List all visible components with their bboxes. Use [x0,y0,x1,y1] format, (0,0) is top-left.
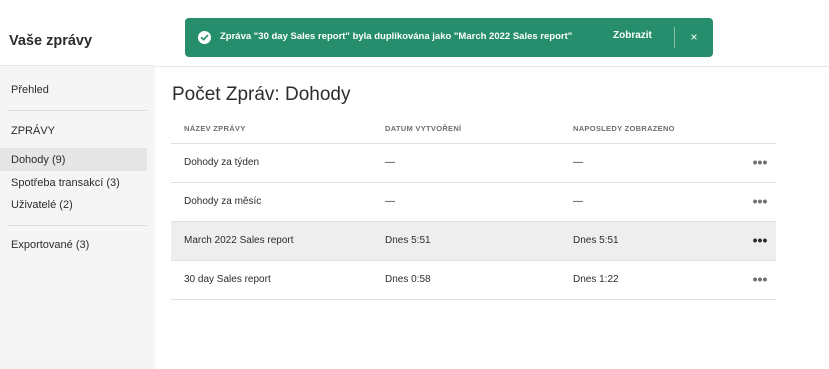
table-row[interactable]: Dohody za týden — — ••• [171,144,776,183]
sidebar-divider [7,110,147,111]
header-divider [155,66,829,67]
sidebar-section-heading: ZPRÁVY [11,125,56,137]
column-header-viewed[interactable]: NAPOSLEDY ZOBRAZENO [573,124,675,133]
sidebar-item-dohody[interactable]: Dohody (9) [0,148,147,171]
sidebar-item-uzivatele[interactable]: Uživatelé (2) [0,199,147,211]
viewed-date: — [573,196,583,207]
more-actions-icon[interactable]: ••• [750,269,770,289]
checkmark-circle-icon [198,31,211,44]
sidebar-divider [7,225,147,226]
sidebar: Vaše zprávy Přehled ZPRÁVY Dohody (9) Sp… [0,0,155,369]
table-row[interactable]: 30 day Sales report Dnes 0:58 Dnes 1:22 … [171,261,776,300]
more-actions-icon[interactable]: ••• [750,152,770,172]
more-actions-icon[interactable]: ••• [750,230,770,250]
toast-view-button[interactable]: Zobrazit [613,30,652,41]
sidebar-title: Vaše zprávy [0,0,155,66]
viewed-date: Dnes 1:22 [573,274,619,285]
report-name[interactable]: 30 day Sales report [184,274,271,285]
created-date: — [385,196,395,207]
sidebar-item-exported[interactable]: Exportované (3) [0,239,147,251]
report-name[interactable]: Dohody za týden [184,157,259,168]
page-title: Počet Zpráv: Dohody [172,84,351,105]
viewed-date: — [573,157,583,168]
created-date: Dnes 5:51 [385,235,431,246]
created-date: — [385,157,395,168]
close-icon[interactable]: × [685,28,703,46]
column-header-created[interactable]: DATUM VYTVOŘENÍ [385,124,461,133]
more-actions-icon[interactable]: ••• [750,191,770,211]
sidebar-item-spotreba[interactable]: Spotřeba transakcí (3) [0,177,147,189]
report-name[interactable]: March 2022 Sales report [184,235,294,246]
reports-table: NÁZEV ZPRÁVY DATUM VYTVOŘENÍ NAPOSLEDY Z… [171,113,776,300]
sidebar-item-overview[interactable]: Přehled [0,84,147,96]
report-name[interactable]: Dohody za měsíc [184,196,261,207]
success-toast: Zpráva "30 day Sales report" byla duplik… [185,18,713,57]
created-date: Dnes 0:58 [385,274,431,285]
table-row[interactable]: Dohody za měsíc — — ••• [171,183,776,222]
viewed-date: Dnes 5:51 [573,235,619,246]
table-row[interactable]: March 2022 Sales report Dnes 5:51 Dnes 5… [171,222,776,261]
table-header: NÁZEV ZPRÁVY DATUM VYTVOŘENÍ NAPOSLEDY Z… [171,113,776,144]
toast-divider [674,27,675,48]
toast-message: Zpráva "30 day Sales report" byla duplik… [220,31,573,42]
column-header-name[interactable]: NÁZEV ZPRÁVY [184,124,246,133]
